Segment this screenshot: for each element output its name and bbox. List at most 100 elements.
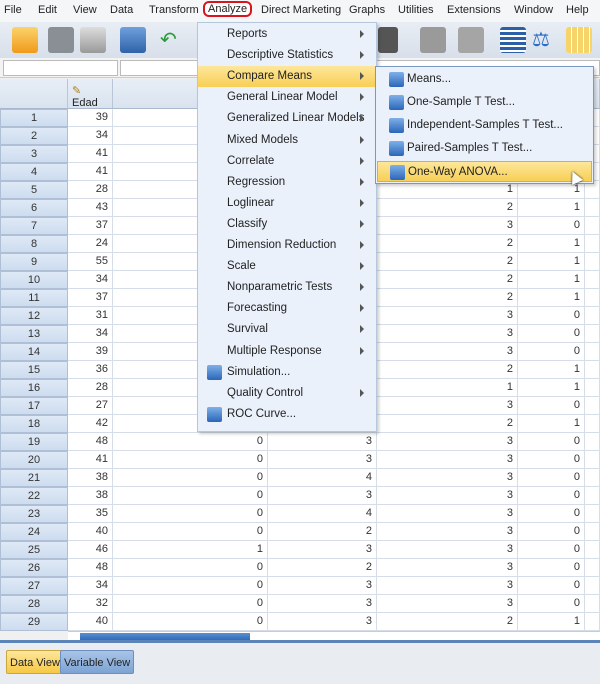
- submenu-item-means[interactable]: Means...: [377, 69, 592, 90]
- table-cell[interactable]: 2: [377, 271, 518, 289]
- menu-file[interactable]: File: [4, 4, 22, 16]
- table-cell[interactable]: 0: [518, 217, 585, 235]
- row-number[interactable]: 22: [0, 487, 68, 505]
- table-cell[interactable]: 0: [518, 523, 585, 541]
- table-cell[interactable]: 3: [377, 307, 518, 325]
- table-cell[interactable]: 27: [68, 397, 113, 415]
- menu-graphs[interactable]: Graphs: [349, 4, 385, 16]
- table-cell[interactable]: 2: [377, 415, 518, 433]
- table-cell[interactable]: 3: [377, 397, 518, 415]
- menu-item-multiple-response[interactable]: Multiple Response: [198, 341, 376, 362]
- use-sets-icon[interactable]: [566, 27, 592, 53]
- menu-data[interactable]: Data: [110, 4, 133, 16]
- table-cell[interactable]: 32: [68, 595, 113, 613]
- row-number[interactable]: 5: [0, 181, 68, 199]
- table-cell[interactable]: 1: [518, 235, 585, 253]
- menu-item-general-linear-model[interactable]: General Linear Model: [198, 87, 376, 108]
- table-cell[interactable]: 3: [377, 523, 518, 541]
- row-number[interactable]: 20: [0, 451, 68, 469]
- row-number[interactable]: 19: [0, 433, 68, 451]
- table-cell[interactable]: [585, 613, 600, 631]
- table-cell[interactable]: 0: [518, 433, 585, 451]
- table-cell[interactable]: 0: [518, 469, 585, 487]
- table-cell[interactable]: 0: [113, 433, 268, 451]
- table-cell[interactable]: 36: [68, 361, 113, 379]
- table-cell[interactable]: 42: [68, 415, 113, 433]
- table-cell[interactable]: 41: [68, 451, 113, 469]
- table-cell[interactable]: 55: [68, 253, 113, 271]
- table-cell[interactable]: [585, 415, 600, 433]
- row-number[interactable]: 11: [0, 289, 68, 307]
- table-cell[interactable]: 1: [518, 379, 585, 397]
- table-cell[interactable]: [585, 595, 600, 613]
- submenu-item-one-sample-t-test[interactable]: One-Sample T Test...: [377, 92, 592, 113]
- table-cell[interactable]: 0: [113, 505, 268, 523]
- save-icon[interactable]: [48, 27, 74, 53]
- menu-item-nonparametric-tests[interactable]: Nonparametric Tests: [198, 277, 376, 298]
- table-cell[interactable]: [585, 523, 600, 541]
- table-cell[interactable]: 28: [68, 181, 113, 199]
- row-number[interactable]: 4: [0, 163, 68, 181]
- table-cell[interactable]: 3: [268, 433, 377, 451]
- menu-help[interactable]: Help: [566, 4, 589, 16]
- table-cell[interactable]: 0: [518, 559, 585, 577]
- table-cell[interactable]: 0: [113, 577, 268, 595]
- column-header-edad[interactable]: ✎ Edad: [68, 79, 113, 109]
- row-number[interactable]: 6: [0, 199, 68, 217]
- table-cell[interactable]: 0: [113, 523, 268, 541]
- table-cell[interactable]: 0: [518, 595, 585, 613]
- row-number[interactable]: 2: [0, 127, 68, 145]
- table-cell[interactable]: 38: [68, 469, 113, 487]
- value-labels-icon[interactable]: [500, 27, 526, 53]
- row-number[interactable]: 24: [0, 523, 68, 541]
- table-cell[interactable]: 41: [68, 163, 113, 181]
- table-cell[interactable]: 3: [377, 541, 518, 559]
- row-number[interactable]: 27: [0, 577, 68, 595]
- row-number[interactable]: 7: [0, 217, 68, 235]
- weight-cases-icon[interactable]: [458, 27, 484, 53]
- table-cell[interactable]: 3: [377, 505, 518, 523]
- row-number[interactable]: 15: [0, 361, 68, 379]
- table-cell[interactable]: 46: [68, 541, 113, 559]
- row-number[interactable]: 14: [0, 343, 68, 361]
- table-cell[interactable]: [585, 289, 600, 307]
- table-cell[interactable]: 1: [518, 289, 585, 307]
- table-cell[interactable]: 2: [377, 289, 518, 307]
- table-cell[interactable]: 0: [518, 343, 585, 361]
- table-cell[interactable]: 40: [68, 613, 113, 631]
- table-cell[interactable]: 38: [68, 487, 113, 505]
- table-cell[interactable]: 2: [377, 199, 518, 217]
- table-cell[interactable]: 2: [377, 253, 518, 271]
- menu-item-simulation[interactable]: Simulation...: [198, 362, 376, 383]
- table-cell[interactable]: 3: [377, 343, 518, 361]
- table-cell[interactable]: 3: [268, 613, 377, 631]
- menu-item-compare-means[interactable]: Compare Means: [198, 66, 376, 88]
- menu-analyze[interactable]: Analyze: [203, 1, 253, 17]
- table-cell[interactable]: 3: [377, 577, 518, 595]
- table-cell[interactable]: 2: [377, 235, 518, 253]
- table-cell[interactable]: [585, 379, 600, 397]
- scale-icon[interactable]: ⚖: [532, 27, 558, 53]
- table-cell[interactable]: 35: [68, 505, 113, 523]
- table-cell[interactable]: 34: [68, 325, 113, 343]
- table-cell[interactable]: [585, 343, 600, 361]
- table-cell[interactable]: 0: [113, 487, 268, 505]
- table-cell[interactable]: 48: [68, 433, 113, 451]
- table-cell[interactable]: 0: [518, 487, 585, 505]
- row-number[interactable]: 17: [0, 397, 68, 415]
- row-number[interactable]: 9: [0, 253, 68, 271]
- table-cell[interactable]: 0: [113, 469, 268, 487]
- table-cell[interactable]: 3: [377, 469, 518, 487]
- table-cell[interactable]: 2: [377, 361, 518, 379]
- table-cell[interactable]: 1: [518, 361, 585, 379]
- table-cell[interactable]: 2: [377, 613, 518, 631]
- table-cell[interactable]: [585, 541, 600, 559]
- table-cell[interactable]: [585, 559, 600, 577]
- submenu-item-paired-samples-t-test[interactable]: Paired-Samples T Test...: [377, 138, 592, 159]
- table-cell[interactable]: 40: [68, 523, 113, 541]
- table-cell[interactable]: 41: [68, 145, 113, 163]
- table-cell[interactable]: 0: [113, 451, 268, 469]
- menu-item-descriptive-statistics[interactable]: Descriptive Statistics: [198, 45, 376, 66]
- table-cell[interactable]: [585, 253, 600, 271]
- table-cell[interactable]: 2: [268, 523, 377, 541]
